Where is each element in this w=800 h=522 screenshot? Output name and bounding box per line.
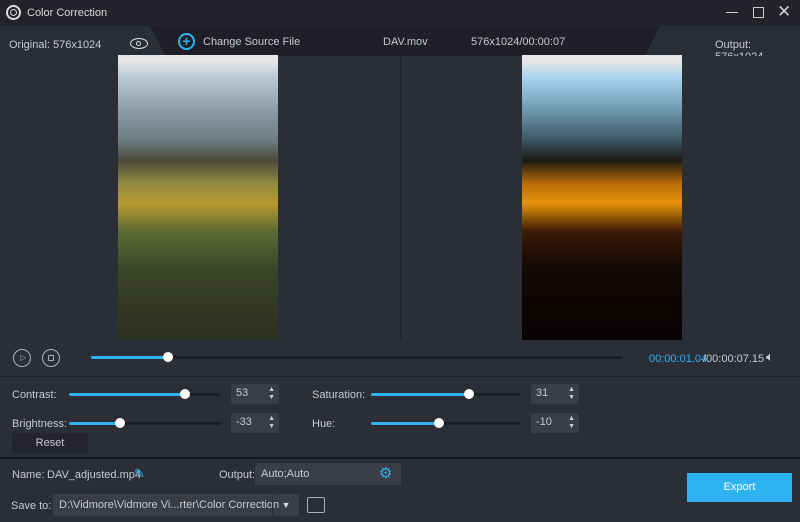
progress-fill: [91, 356, 168, 359]
preview-divider: [400, 56, 401, 340]
name-label: Name:: [12, 469, 45, 481]
save-path-field[interactable]: D:\Vidmore\Vidmore Vi...rter\Color Corre…: [53, 494, 299, 516]
close-icon[interactable]: ✕: [777, 2, 791, 22]
divider: [0, 376, 800, 377]
progress-slider[interactable]: [91, 352, 622, 362]
slider-thumb[interactable]: [464, 389, 475, 399]
edit-name-icon[interactable]: ✎: [134, 466, 145, 482]
save-to-label: Save to:: [11, 500, 52, 512]
folder-icon[interactable]: [307, 497, 325, 513]
divider: [0, 457, 800, 459]
toolbar: Original: 576x1024 + Change Source File …: [0, 26, 800, 63]
maximize-icon[interactable]: [753, 7, 764, 18]
name-value: DAV_adjusted.mp4: [47, 469, 141, 481]
brightness-slider[interactable]: [69, 418, 221, 428]
original-video-frame: [118, 55, 278, 340]
contrast-input[interactable]: 53 ▲ ▼: [231, 384, 279, 404]
export-button[interactable]: Export: [687, 473, 792, 502]
change-source-file-button[interactable]: Change Source File: [203, 36, 300, 48]
minimize-icon[interactable]: [726, 12, 738, 13]
file-name: DAV.mov: [383, 36, 428, 48]
output-video-frame: [522, 55, 682, 340]
eye-icon[interactable]: [130, 38, 148, 49]
slider-thumb[interactable]: [433, 418, 444, 428]
reset-button[interactable]: Reset: [12, 433, 88, 453]
stop-button[interactable]: [42, 349, 60, 367]
color-correction-icon: [6, 5, 21, 20]
saturation-slider[interactable]: [371, 389, 521, 399]
saturation-label: Saturation:: [312, 389, 366, 401]
slider-thumb[interactable]: [180, 389, 191, 399]
title-bar: Color Correction ✕: [0, 0, 800, 26]
slider-fill: [69, 393, 186, 396]
spinner-arrows-icon[interactable]: ▲ ▼: [268, 415, 275, 431]
spinner-arrows-icon[interactable]: ▲ ▼: [568, 386, 575, 402]
saturation-input[interactable]: 31 ▲ ▼: [531, 384, 579, 404]
progress-thumb[interactable]: [162, 352, 173, 362]
total-time: /00:00:07.15: [703, 353, 765, 365]
contrast-label: Contrast:: [12, 389, 57, 401]
slider-fill: [371, 393, 470, 396]
slider-fill: [371, 422, 439, 425]
spinner-arrows-icon[interactable]: ▲ ▼: [568, 415, 575, 431]
gear-icon[interactable]: ⚙: [379, 464, 392, 482]
original-resolution: Original: 576x1024: [9, 39, 102, 51]
volume-icon[interactable]: 🔈︎: [766, 349, 774, 365]
slider-fill: [69, 422, 120, 425]
path-dropdown-button[interactable]: ▼: [272, 494, 299, 516]
current-time: 00:00:01.04: [649, 353, 708, 365]
file-info: 576x1024/00:00:07: [471, 36, 566, 48]
output-label: Output:: [219, 469, 256, 481]
hue-label: Hue:: [312, 418, 336, 430]
contrast-slider[interactable]: [69, 389, 221, 399]
add-icon[interactable]: +: [178, 33, 195, 50]
brightness-input[interactable]: -33 ▲ ▼: [231, 413, 279, 433]
spinner-arrows-icon[interactable]: ▲ ▼: [268, 386, 275, 402]
hue-input[interactable]: -10 ▲ ▼: [531, 413, 579, 433]
hue-slider[interactable]: [371, 418, 521, 428]
brightness-label: Brightness:: [12, 418, 68, 430]
play-button[interactable]: ▷: [13, 349, 31, 367]
window-title: Color Correction: [27, 7, 108, 19]
slider-thumb[interactable]: [114, 418, 125, 428]
